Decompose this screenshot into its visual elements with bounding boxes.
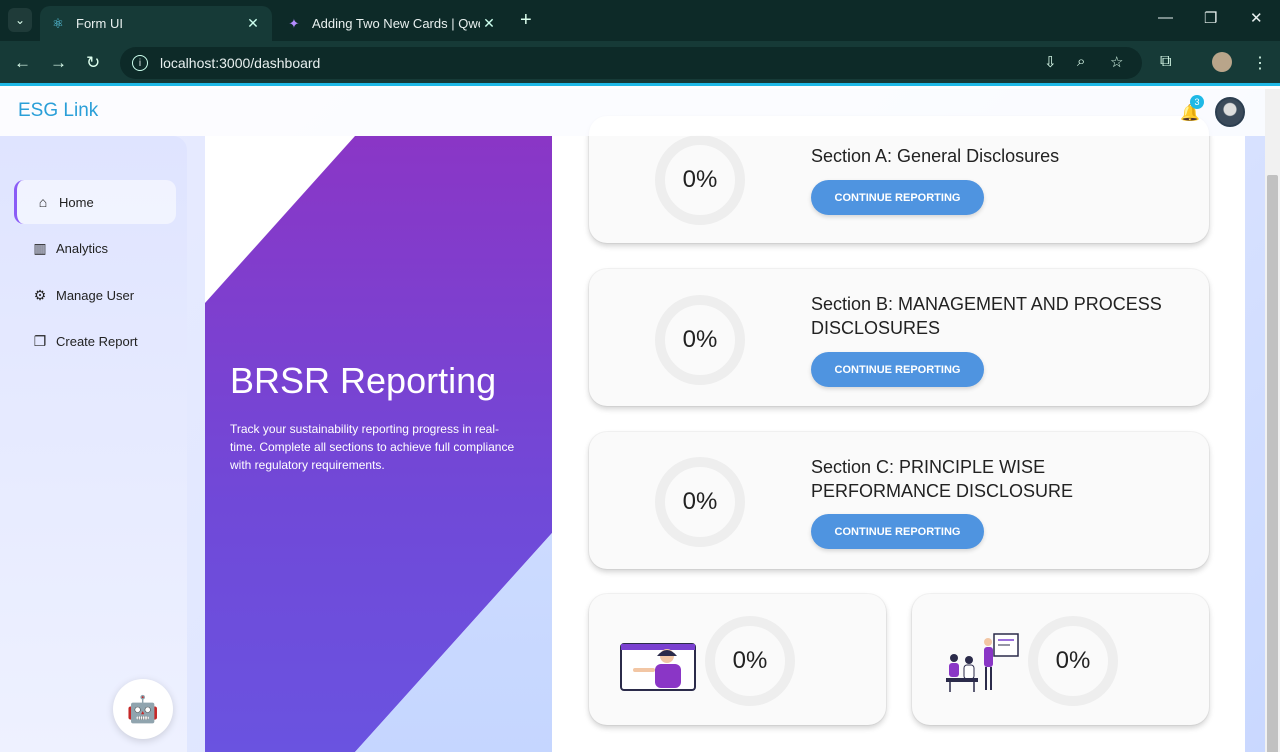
- presenter-illustration: [619, 634, 697, 692]
- section-title: Section A: General Disclosures: [811, 146, 1060, 166]
- app-root: ESG Link 🔔 3 ⌂ Home ▥ Analytics ⚙ Manage…: [0, 89, 1265, 752]
- browser-profile-avatar[interactable]: [1212, 52, 1232, 72]
- small-card-1: 0%: [589, 594, 886, 725]
- sidebar-item-home[interactable]: ⌂ Home: [14, 180, 176, 224]
- chatbot-button[interactable]: 🤖: [113, 679, 173, 739]
- manage-user-icon: ⚙: [33, 286, 47, 303]
- extensions-icon[interactable]: ⧉: [1160, 53, 1171, 71]
- react-icon: ⚛: [52, 15, 64, 31]
- progress-ring: 0%: [655, 295, 745, 385]
- minimize-icon[interactable]: —: [1158, 9, 1173, 26]
- browser-tab-bar: ⌄ ⚛ Form UI ✕ ✦ Adding Two New Cards | Q…: [0, 0, 1280, 41]
- sidebar-item-manage-user[interactable]: ⚙ Manage User: [14, 273, 176, 317]
- user-avatar[interactable]: [1215, 97, 1245, 127]
- team-illustration: [942, 626, 1022, 696]
- sidebar-item-label: Analytics: [56, 240, 109, 256]
- sidebar-item-label: Manage User: [56, 287, 135, 303]
- continue-reporting-button[interactable]: CONTINUE REPORTING: [811, 352, 984, 387]
- new-tab-icon[interactable]: +: [520, 9, 532, 32]
- qwen-icon: ✦: [288, 15, 300, 31]
- window-close-icon[interactable]: ✕: [1250, 9, 1263, 27]
- tab-title: Adding Two New Cards | Qwen: [312, 16, 480, 31]
- zoom-icon[interactable]: ⌕: [1077, 53, 1085, 70]
- app-header: ESG Link 🔔 3: [0, 89, 1265, 136]
- forward-icon[interactable]: →: [50, 53, 67, 73]
- section-card-c: 0% Section C: PRINCIPLE WISE PERFORMANCE…: [589, 432, 1209, 569]
- section-card-b: 0% Section B: MANAGEMENT AND PROCESS DIS…: [589, 269, 1209, 406]
- tab-form-ui[interactable]: ⚛ Form UI ✕: [40, 6, 272, 41]
- url-bar[interactable]: i localhost:3000/dashboard ⇩ ⌕ ☆: [120, 47, 1142, 79]
- robot-icon: 🤖: [126, 693, 160, 724]
- continue-reporting-button[interactable]: CONTINUE REPORTING: [811, 514, 984, 549]
- sidebar-item-label: Home: [59, 194, 94, 210]
- install-app-icon[interactable]: ⇩: [1044, 53, 1057, 71]
- progress-ring: 0%: [1028, 616, 1118, 706]
- create-report-icon: ❐: [33, 332, 47, 349]
- sidebar-item-create-report[interactable]: ❐ Create Report: [14, 319, 176, 363]
- content-area: 0% Section A: General Disclosures CONTIN…: [552, 116, 1245, 752]
- section-title: Section C: PRINCIPLE WISE PERFORMANCE DI…: [811, 457, 1074, 501]
- url-text: localhost:3000/dashboard: [160, 55, 321, 71]
- reload-icon[interactable]: ↻: [86, 53, 100, 73]
- sidebar: ⌂ Home ▥ Analytics ⚙ Manage User ❐ Creat…: [0, 136, 187, 752]
- address-bar-row: ← → ↻ i localhost:3000/dashboard ⇩ ⌕ ☆ ⧉…: [0, 41, 1280, 86]
- sidebar-item-label: Create Report: [56, 333, 138, 349]
- sidebar-item-analytics[interactable]: ▥ Analytics: [14, 226, 176, 270]
- notification-badge: 3: [1190, 95, 1204, 109]
- tab-title: Form UI: [76, 16, 123, 31]
- hero-title: BRSR Reporting: [230, 360, 497, 401]
- page-scrollbar[interactable]: [1265, 89, 1280, 752]
- hero-description: Track your sustainability reporting prog…: [230, 422, 515, 472]
- close-tab-icon[interactable]: ✕: [480, 15, 498, 32]
- brand-logo[interactable]: ESG Link: [18, 100, 98, 122]
- maximize-icon[interactable]: ❐: [1204, 9, 1217, 27]
- hero-panel: BRSR Reporting Track your sustainability…: [205, 136, 552, 752]
- progress-ring: 0%: [655, 457, 745, 547]
- site-info-icon[interactable]: i: [132, 55, 148, 71]
- section-title: Section B: MANAGEMENT AND PROCESS DISCLO…: [811, 294, 1162, 338]
- tab-search-icon[interactable]: ⌄: [8, 8, 32, 32]
- tab-qwen[interactable]: ✦ Adding Two New Cards | Qwen ✕: [276, 6, 508, 41]
- continue-reporting-button[interactable]: CONTINUE REPORTING: [811, 180, 984, 215]
- browser-menu-icon[interactable]: ⋮: [1252, 53, 1268, 73]
- small-card-2: 0%: [912, 594, 1209, 725]
- back-icon[interactable]: ←: [14, 53, 31, 73]
- bookmark-star-icon[interactable]: ☆: [1110, 53, 1123, 71]
- progress-ring: 0%: [705, 616, 795, 706]
- analytics-icon: ▥: [33, 239, 47, 256]
- home-icon: ⌂: [38, 194, 48, 210]
- close-tab-icon[interactable]: ✕: [244, 15, 262, 32]
- scrollbar-thumb[interactable]: [1267, 175, 1278, 752]
- progress-ring: 0%: [655, 135, 745, 225]
